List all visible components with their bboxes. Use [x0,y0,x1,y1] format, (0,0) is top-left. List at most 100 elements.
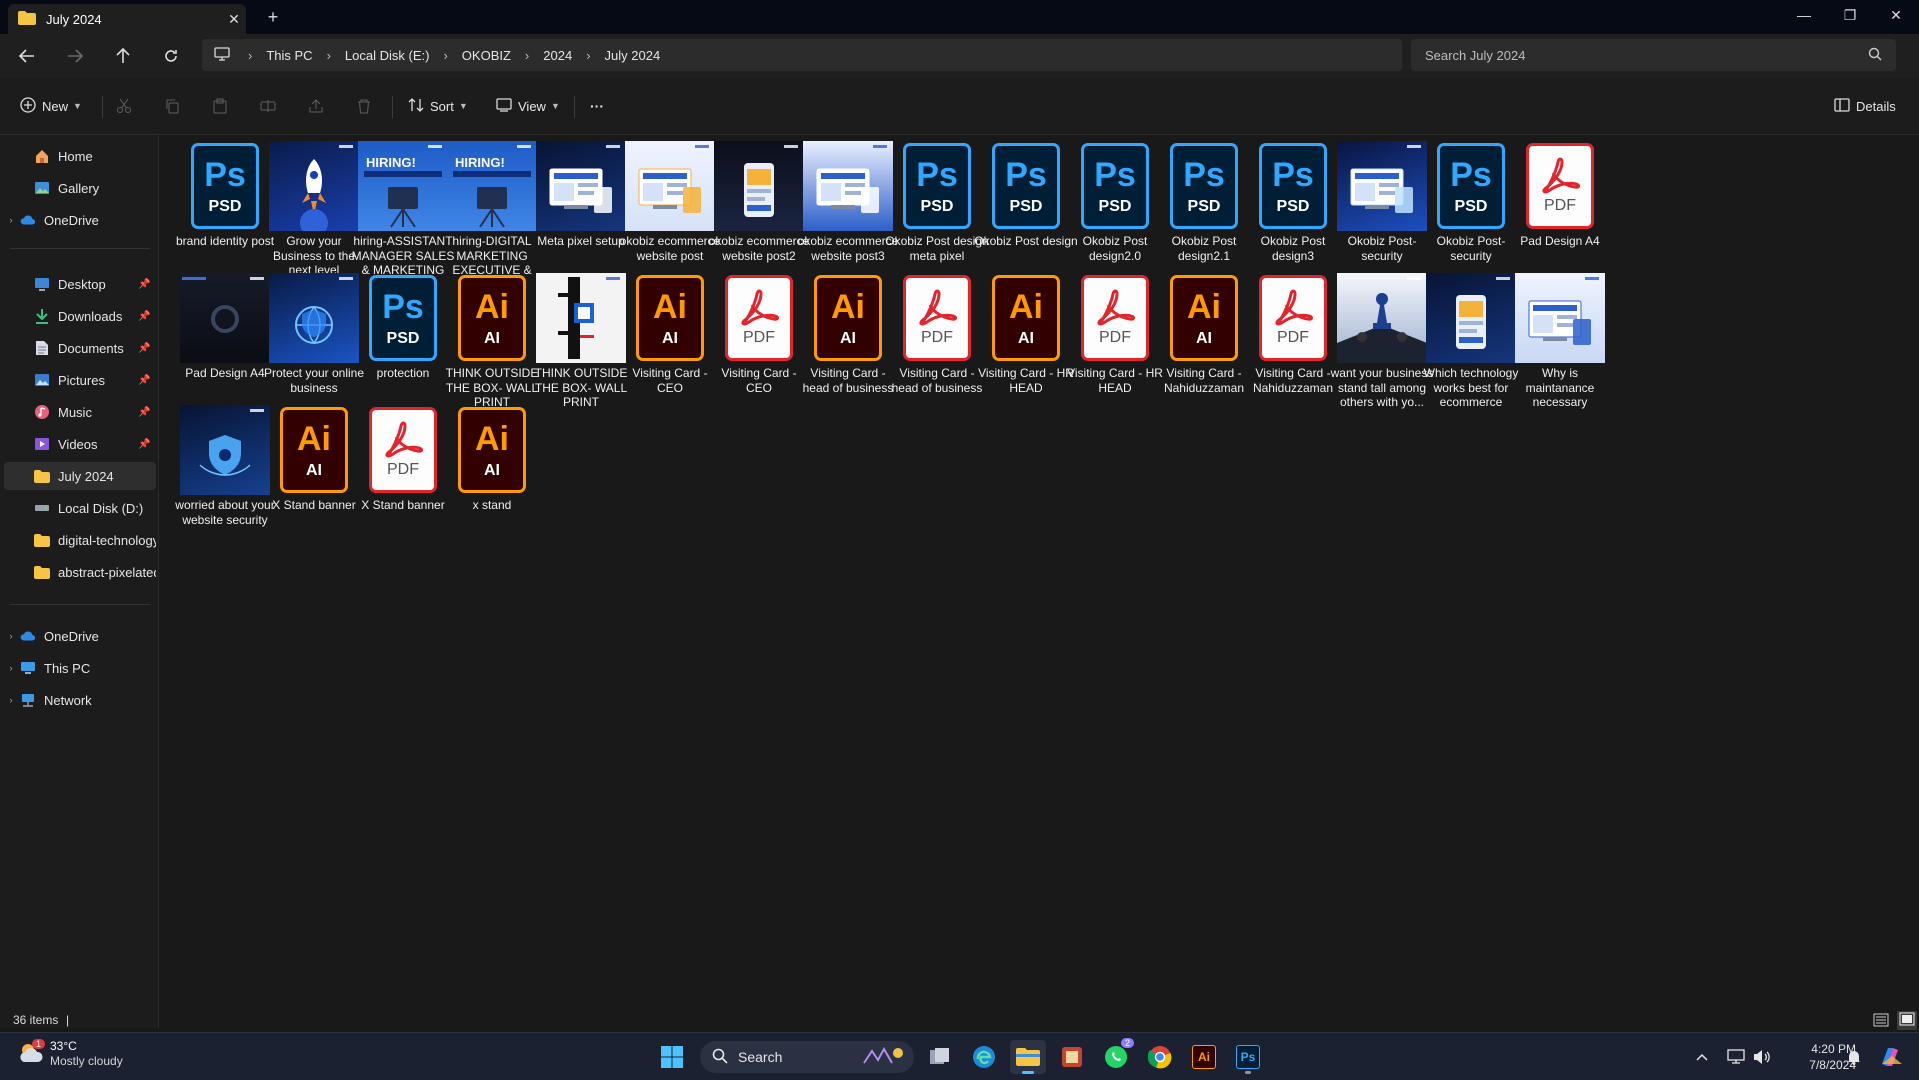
copy-icon[interactable] [164,94,180,118]
file-explorer-icon[interactable] [1010,1040,1046,1074]
sidebar-item-pictures[interactable]: Pictures 📌 [4,366,156,394]
chevron-down-icon: ▼ [73,101,82,111]
file-item[interactable]: Why is maintanance necessary [1508,273,1612,433]
chevron-right-icon[interactable]: › [4,215,18,225]
breadcrumb-july-2024[interactable]: July 2024 [605,48,661,63]
tab-close-button[interactable]: ✕ [222,11,246,28]
pin-icon[interactable]: 📌 [138,343,152,354]
new-tab-button[interactable]: + [262,6,284,28]
chevron-right-icon[interactable]: › [4,663,18,673]
file-thumbnail: Ai AI [803,273,893,363]
pin-icon[interactable]: 📌 [138,311,152,322]
taskbar-search[interactable]: Search [700,1041,914,1073]
sidebar-item-onedrive-tree[interactable]: › OneDrive [4,622,156,650]
whatsapp-icon[interactable]: 2 [1098,1038,1134,1074]
divider [392,96,393,118]
tiles-view-icon[interactable] [1897,1011,1917,1030]
chrome-icon[interactable] [1142,1040,1178,1074]
details-label: Details [1856,98,1896,114]
new-button[interactable]: New ▼ [20,94,82,118]
details-view-icon[interactable] [1873,1013,1889,1030]
photoshop-icon[interactable]: Ps [1230,1040,1266,1074]
file-name: Pad Design A4 [1520,234,1600,248]
pin-icon[interactable]: 📌 [138,439,152,450]
sidebar-item-local-disk-d[interactable]: Local Disk (D:) [4,494,156,522]
file-extension-label: AI [306,462,322,479]
file-thumbnail: Ai AI [981,273,1071,363]
photo-viewer-icon[interactable] [1054,1040,1090,1074]
search-icon[interactable] [1868,47,1882,64]
maximize-button[interactable]: ❐ [1827,0,1873,30]
details-button[interactable]: Details [1834,94,1896,118]
sidebar-item-this-pc[interactable]: › This PC [4,654,156,682]
breadcrumb-local-disk-e[interactable]: Local Disk (E:) [345,48,430,63]
file-thumbnail: PDF [358,405,448,495]
file-thumbnail [1337,273,1427,363]
back-button[interactable] [14,44,40,68]
image-thumbnail [269,273,359,363]
search-input[interactable] [1411,46,1868,64]
gallery-icon [34,180,50,196]
sidebar-item-documents[interactable]: Documents 📌 [4,334,156,362]
pin-icon[interactable]: 📌 [138,279,152,290]
network-status-icon[interactable] [1724,1040,1748,1074]
file-extension-label: PDF [1099,329,1131,346]
edge-icon[interactable] [966,1040,1002,1074]
breadcrumb[interactable]: › This PC › Local Disk (E:) › OKOBIZ › 2… [202,39,1402,71]
file-thumbnail [803,141,893,231]
minimize-button[interactable]: — [1781,0,1827,30]
copilot-icon[interactable] [1870,1040,1910,1074]
sidebar-item-videos[interactable]: Videos 📌 [4,430,156,458]
sidebar-item-july-2024[interactable]: July 2024 [4,462,156,490]
pin-icon[interactable]: 📌 [138,407,152,418]
sidebar-item-desktop[interactable]: Desktop 📌 [4,270,156,298]
psd-file-icon: Ps PSD [992,143,1060,229]
view-button[interactable]: View ▼ [496,94,560,118]
file-extension-label: PDF [1277,329,1309,346]
sidebar-item-onedrive[interactable]: › OneDrive [4,206,156,234]
breadcrumb-okobiz[interactable]: OKOBIZ [462,48,511,63]
paste-icon[interactable] [212,94,228,118]
file-extension-label: PSD [920,198,954,215]
divider [574,96,575,118]
sidebar-item-music[interactable]: Music 📌 [4,398,156,426]
task-view-icon[interactable] [922,1040,958,1074]
notification-bell-icon[interactable] [1842,1040,1866,1074]
refresh-button[interactable] [158,44,184,68]
navigation-pane: Home Gallery › OneDrive Desktop 📌 Downlo… [0,135,159,1028]
sidebar-item-network[interactable]: › Network [4,686,156,714]
tab-july-2024[interactable]: July 2024 ✕ [8,4,246,34]
sort-button[interactable]: Sort ▼ [408,94,468,118]
close-window-button[interactable]: ✕ [1873,0,1919,30]
illustrator-icon[interactable]: Ai [1186,1040,1222,1074]
volume-icon[interactable] [1750,1040,1774,1074]
breadcrumb-2024[interactable]: 2024 [543,48,572,63]
file-thumbnail: Ai AI [269,405,359,495]
weather-condition: Mostly cloudy [50,1054,123,1068]
start-button[interactable] [654,1040,690,1074]
more-options-button[interactable]: ··· [590,94,604,118]
share-icon[interactable] [308,94,324,118]
breadcrumb-this-pc[interactable]: This PC [266,48,312,63]
sidebar-item-downloads[interactable]: Downloads 📌 [4,302,156,330]
weather-widget[interactable]: 1 33°C Mostly cloudy [18,1039,123,1069]
chevron-right-icon[interactable]: › [4,695,18,705]
cut-icon[interactable] [116,94,132,118]
address-bar: › This PC › Local Disk (E:) › OKOBIZ › 2… [0,34,1919,78]
sidebar-item-home[interactable]: Home [4,142,156,170]
sidebar-item-digital-technology[interactable]: digital-technology- [4,526,156,554]
pin-icon[interactable]: 📌 [138,375,152,386]
chevron-up-icon[interactable] [1690,1040,1714,1074]
ai-file-icon: Ai AI [992,275,1060,361]
file-item[interactable]: Ai AI x stand [440,405,544,565]
app-glyph: Ai [653,288,687,326]
sidebar-item-gallery[interactable]: Gallery [4,174,156,202]
file-thumbnail: Ps PSD [1159,141,1249,231]
rename-icon[interactable] [260,94,276,118]
forward-button[interactable] [62,44,88,68]
up-button[interactable] [110,44,136,68]
title-bar: July 2024 ✕ + — ❐ ✕ [0,0,1919,34]
delete-icon[interactable] [356,94,372,118]
sidebar-item-abstract-pixelated[interactable]: abstract-pixelated- [4,558,156,586]
chevron-right-icon[interactable]: › [4,631,18,641]
